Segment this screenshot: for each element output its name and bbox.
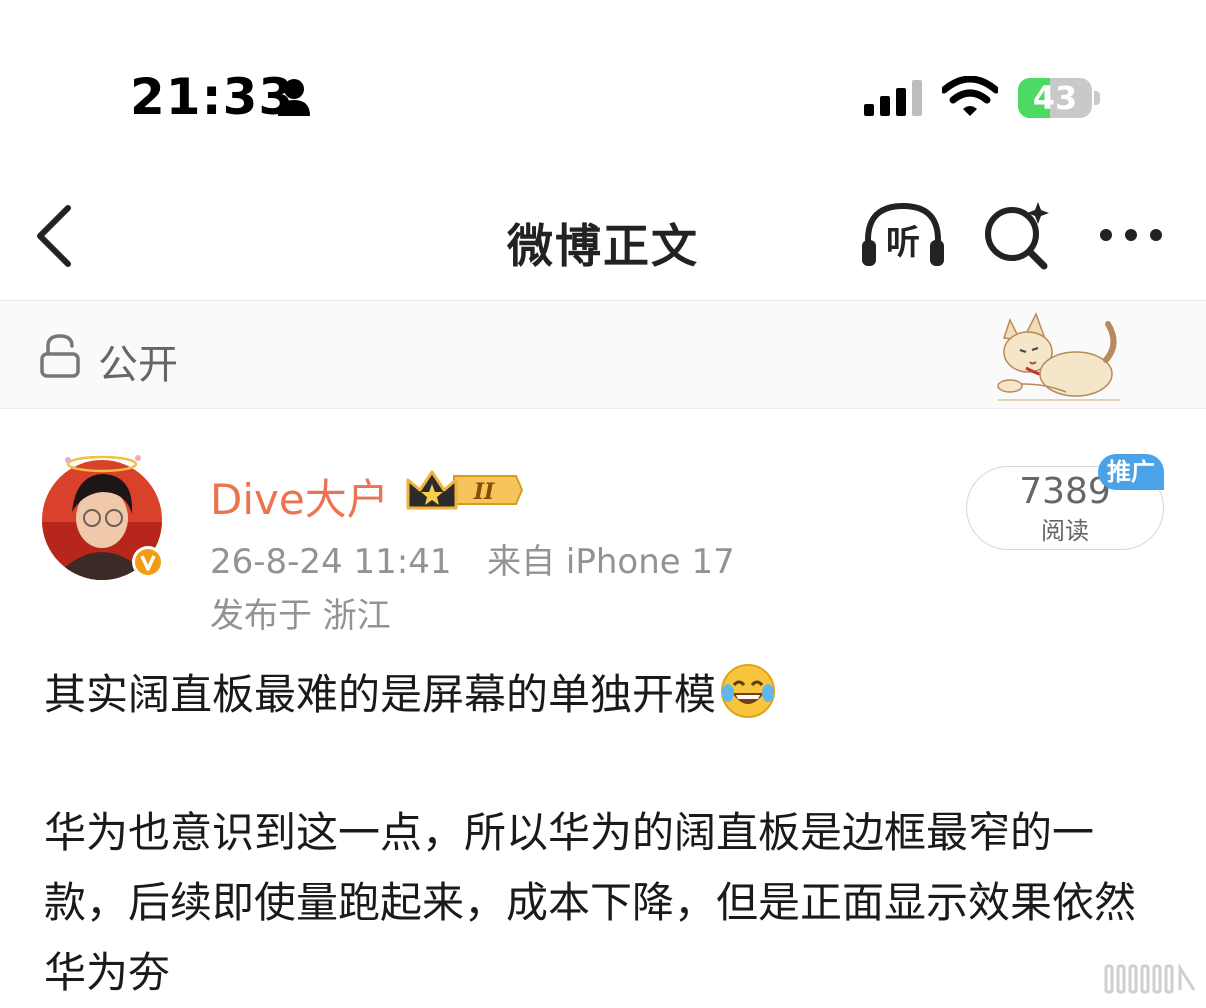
avatar[interactable] [40, 452, 170, 582]
nav-bar: 微博正文 听 [0, 180, 1206, 301]
lock-icon [40, 334, 80, 378]
battery-percent: 43 [1032, 79, 1078, 117]
post-paragraph: 其实阔直板最难的是屏幕的单独开模 [44, 660, 1164, 730]
post-meta: 26-8-24 11:41 来自 iPhone 17 [210, 534, 735, 583]
wifi-icon [942, 76, 998, 116]
post-paragraph: 华为也意识到这一点，所以华为的阔直板是边框最窄的一款，后续即使量跑起来，成本下降… [44, 808, 1137, 997]
post-text-1: 其实阔直板最难的是屏幕的单独开模 [44, 670, 717, 719]
weibo-watermark-icon [1104, 962, 1196, 994]
author-name[interactable]: Dive大户 [210, 466, 389, 527]
crown-icon[interactable]: II [404, 468, 524, 512]
listen-button[interactable]: 听 [860, 200, 946, 270]
read-label: 阅读 [1041, 517, 1089, 545]
member-level: II [473, 479, 495, 505]
battery-indicator: 43 [1018, 78, 1100, 118]
more-icon[interactable] [1096, 220, 1166, 250]
headphones-icon: 听 [862, 202, 944, 266]
laugh-cry-icon [721, 664, 776, 718]
signal-icon [864, 80, 922, 116]
visibility-label: 公开 [98, 342, 178, 388]
post-location: 发布于 浙江 [210, 596, 391, 636]
status-bar: 21:33 43 [0, 0, 1206, 180]
person-icon [278, 79, 310, 116]
post-date: 26-8-24 11:41 [210, 542, 452, 582]
promo-badge: 推广 [1098, 454, 1164, 490]
listen-label: 听 [886, 223, 920, 263]
status-time: 21:33 [130, 68, 295, 126]
search-icon[interactable] [982, 200, 1052, 270]
dog-sticker-icon [997, 312, 1120, 401]
visibility-row: 公开 [0, 302, 1206, 409]
verified-icon [135, 549, 161, 575]
post-source: 来自 iPhone 17 [487, 542, 735, 582]
